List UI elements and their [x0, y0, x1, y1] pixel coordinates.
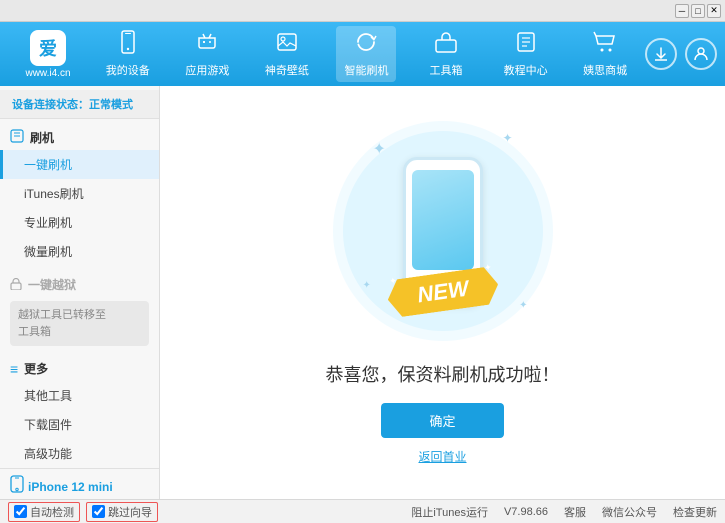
footer-bar: 自动检测 跳过向导 阻止iTunes运行 V7.98.66 客服 微信公众号 检…	[0, 499, 725, 523]
star-3: ✦	[519, 300, 527, 311]
auto-check-item: 自动检测	[8, 502, 80, 522]
device-header: iPhone 12 mini	[10, 475, 149, 498]
more-section-icon: ≡	[10, 361, 18, 377]
my-device-icon	[116, 30, 140, 60]
sidebar-more-section: ≡ 更多 其他工具 下载固件 高级功能	[0, 354, 159, 468]
sidebar-jailbreak-header: 一键越狱	[0, 270, 159, 297]
sidebar-item-itunes[interactable]: iTunes刷机	[0, 179, 159, 208]
footer-left: 自动检测 跳过向导	[8, 502, 158, 522]
nav-bar: 爱 www.i4.cn 我的设备 应用游戏 神奇壁纸	[0, 22, 725, 86]
flash-section-icon	[10, 129, 24, 146]
sidebar-pro-label: 专业刷机	[24, 216, 72, 230]
back-home-link[interactable]: 返回首业	[418, 448, 466, 465]
sidebar-item-advanced[interactable]: 高级功能	[0, 439, 159, 468]
tutorial-icon	[514, 30, 538, 60]
nav-label-tutorial: 教程中心	[504, 62, 548, 78]
stop-itunes-text: 阻止iTunes运行	[411, 504, 488, 520]
phone-screen	[412, 170, 474, 270]
logo-text: www.i4.cn	[25, 68, 70, 79]
footer-right: 阻止iTunes运行 V7.98.66 客服 微信公众号 检查更新	[411, 504, 717, 520]
wallpaper-icon	[275, 30, 299, 60]
nav-items: 我的设备 应用游戏 神奇壁纸 智能刷机 工具箱	[88, 26, 645, 82]
sidebar-advanced-label: 高级功能	[24, 447, 72, 461]
sidebar: 设备连接状态：正常模式 刷机 一键刷机 iTunes刷机 专业刷机 微量刷机	[0, 86, 160, 499]
nav-item-my-device[interactable]: 我的设备	[98, 26, 158, 82]
app-game-icon	[195, 30, 219, 60]
nav-label-my-device: 我的设备	[106, 62, 150, 78]
sidebar-notice: 越狱工具已转移至工具箱	[10, 301, 149, 346]
skip-wizard-label: 跳过向导	[108, 504, 152, 520]
sidebar-jailbreak-section: 一键越狱 越狱工具已转移至工具箱	[0, 270, 159, 350]
new-badge-text: NEW	[415, 275, 469, 307]
restore-button[interactable]: □	[691, 4, 705, 18]
sidebar-item-pro[interactable]: 专业刷机	[0, 208, 159, 237]
nav-item-wallpaper[interactable]: 神奇壁纸	[257, 26, 317, 82]
sidebar-onekey-label: 一键刷机	[24, 158, 72, 172]
sidebar-item-other-tools[interactable]: 其他工具	[0, 381, 159, 410]
main-area: 设备连接状态：正常模式 刷机 一键刷机 iTunes刷机 专业刷机 微量刷机	[0, 86, 725, 499]
nav-label-toolbox: 工具箱	[430, 62, 463, 78]
auto-check-checkbox[interactable]	[14, 505, 27, 518]
title-bar: ─ □ ✕	[0, 0, 725, 22]
logo-icon: 爱	[30, 30, 66, 66]
sidebar-flash-section: 刷机 一键刷机 iTunes刷机 专业刷机 微量刷机	[0, 123, 159, 266]
star-2: ✦	[502, 131, 512, 145]
check-update-link[interactable]: 检查更新	[673, 504, 717, 520]
user-button[interactable]	[685, 38, 717, 70]
sidebar-save-label: 微量刷机	[24, 245, 72, 259]
confirm-button[interactable]: 确定	[381, 403, 503, 438]
sidebar-download-fw-label: 下载固件	[24, 418, 72, 432]
sidebar-notice-text: 越狱工具已转移至工具箱	[18, 309, 106, 338]
sidebar-jailbreak-label: 一键越狱	[28, 276, 76, 293]
skip-wizard-item: 跳过向导	[86, 502, 158, 522]
toolbox-icon	[434, 30, 458, 60]
sidebar-other-tools-label: 其他工具	[24, 389, 72, 403]
nav-label-store: 姨思商城	[583, 62, 627, 78]
sidebar-item-save[interactable]: 微量刷机	[0, 237, 159, 266]
star-4: ✦	[363, 280, 371, 291]
success-text: 恭喜您，保资料刷机成功啦！	[326, 361, 560, 387]
customer-service-link[interactable]: 客服	[564, 504, 586, 520]
nav-label-app-game: 应用游戏	[185, 62, 229, 78]
lock-icon	[10, 277, 22, 293]
close-button[interactable]: ✕	[707, 4, 721, 18]
nav-item-app-game[interactable]: 应用游戏	[177, 26, 237, 82]
download-button[interactable]	[645, 38, 677, 70]
sidebar-more-header: ≡ 更多	[0, 354, 159, 381]
nav-item-toolbox[interactable]: 工具箱	[416, 26, 476, 82]
sidebar-more-label: 更多	[24, 360, 48, 377]
nav-right	[645, 38, 717, 70]
wechat-official-link[interactable]: 微信公众号	[602, 504, 657, 520]
device-name: iPhone 12 mini	[28, 480, 113, 494]
nav-label-wallpaper: 神奇壁纸	[265, 62, 309, 78]
app-logo: 爱 www.i4.cn	[8, 30, 88, 79]
sidebar-item-download-fw[interactable]: 下载固件	[0, 410, 159, 439]
device-storage: 64GB	[10, 498, 149, 499]
nav-item-store[interactable]: 姨思商城	[575, 26, 635, 82]
version-text: V7.98.66	[504, 506, 548, 518]
star-1: ✦	[373, 139, 386, 159]
skip-wizard-checkbox[interactable]	[92, 505, 105, 518]
device-section: iPhone 12 mini 64GB Down-12mini-13,1	[0, 468, 159, 499]
store-icon	[593, 30, 617, 60]
sidebar-item-onekey[interactable]: 一键刷机	[0, 150, 159, 179]
sidebar-itunes-label: iTunes刷机	[24, 187, 84, 201]
status-value: 正常模式	[89, 99, 133, 111]
smart-flash-icon	[354, 30, 378, 60]
status-prefix: 设备连接状态：	[12, 99, 89, 111]
sidebar-flash-label: 刷机	[30, 129, 54, 146]
nav-item-smart-flash[interactable]: 智能刷机	[336, 26, 396, 82]
nav-item-tutorial[interactable]: 教程中心	[496, 26, 556, 82]
content-area: ✦ ✦ ✦ ✦ NEW ✦ ✦	[160, 86, 725, 499]
minimize-button[interactable]: ─	[675, 4, 689, 18]
new-badge: NEW ✦ ✦	[387, 273, 498, 311]
sidebar-flash-header: 刷机	[0, 123, 159, 150]
phone-illustration: ✦ ✦ ✦ ✦ NEW ✦ ✦	[343, 121, 543, 341]
auto-check-label: 自动检测	[30, 504, 74, 520]
device-icon	[10, 475, 24, 498]
nav-label-smart-flash: 智能刷机	[344, 62, 388, 78]
status-bar: 设备连接状态：正常模式	[0, 90, 159, 119]
svg-text:爱: 爱	[39, 39, 57, 59]
